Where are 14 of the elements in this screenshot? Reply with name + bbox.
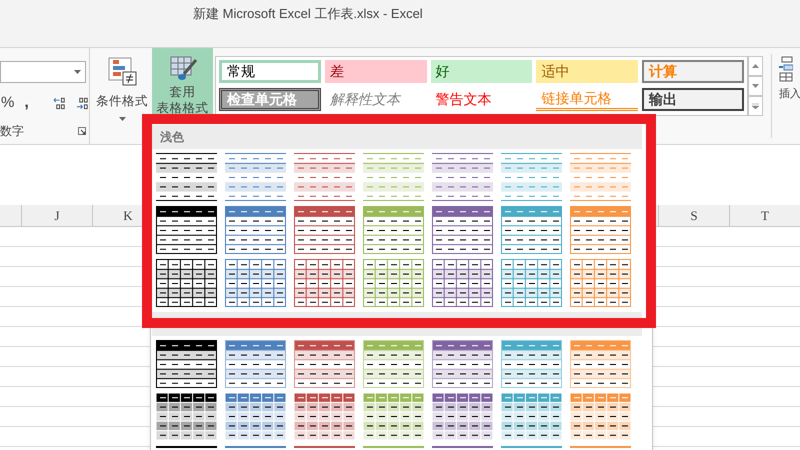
conditional-format-button[interactable]: 条件格式 [94, 48, 150, 144]
cell-style-item[interactable]: 常规 [219, 60, 321, 83]
comma-button[interactable]: , [24, 91, 29, 115]
section-label: 浅色 [160, 129, 184, 146]
window-title: 新建 Microsoft Excel 工作表.xlsx - Excel [193, 5, 423, 23]
cell-style-item[interactable]: 差 [324, 60, 427, 83]
column-header[interactable]: T [729, 205, 800, 226]
column-header[interactable]: S [658, 205, 729, 226]
cell-style-item[interactable]: 输出 [642, 88, 744, 111]
group-label: 数字 [0, 123, 24, 140]
cell-style-item[interactable]: 适中 [536, 60, 638, 83]
cell-style-item[interactable]: 好 [430, 60, 532, 83]
percent-button[interactable]: % [1, 92, 14, 114]
column-header[interactable]: J [22, 205, 93, 226]
